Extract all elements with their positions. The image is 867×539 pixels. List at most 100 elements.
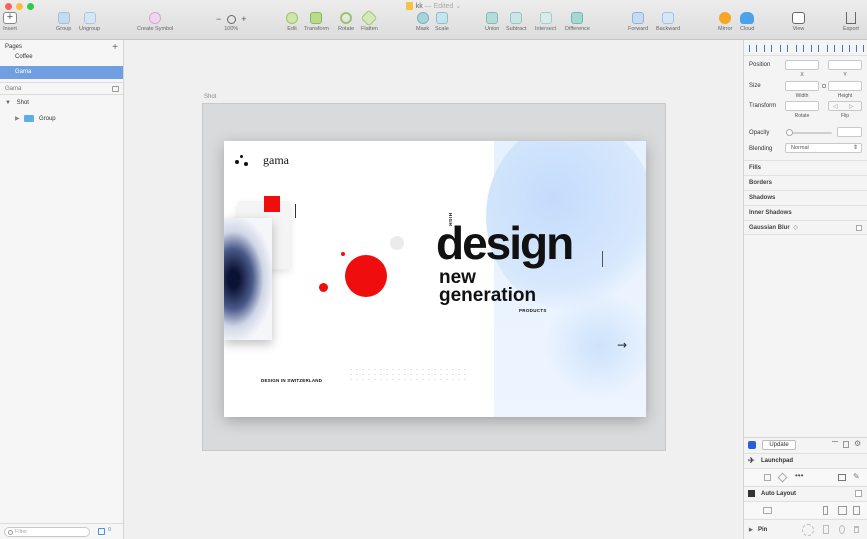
launchpad-row[interactable]: ✈ Launchpad — [744, 453, 867, 467]
sidebar-toggle-icon[interactable] — [843, 441, 849, 448]
pin-tool-icon[interactable]: ✎ — [853, 472, 860, 481]
symbols-filter-icon[interactable] — [98, 528, 105, 535]
document-name[interactable]: kk — [416, 3, 423, 10]
align-middle-icon[interactable] — [811, 45, 819, 52]
artboard-shot[interactable]: gama HIGH design new generation PRODUCTS… — [202, 103, 666, 451]
cloud-icon — [740, 12, 755, 24]
frame-tool-icon[interactable] — [764, 474, 771, 481]
gear-icon[interactable]: ⚙ — [854, 439, 861, 448]
align-bottom-icon[interactable] — [827, 45, 835, 52]
position-label: Position — [749, 62, 771, 68]
shadows-section[interactable]: Shadows — [744, 190, 867, 205]
pin-diagram-icon[interactable] — [802, 524, 814, 536]
cube-tool-icon[interactable] — [777, 472, 788, 483]
rotate-field[interactable] — [785, 101, 819, 111]
opacity-slider[interactable] — [786, 129, 832, 136]
arrow-right-icon[interactable]: → — [617, 338, 627, 352]
union-button[interactable]: Union — [485, 12, 499, 32]
align-center-icon[interactable] — [764, 45, 772, 52]
align-right-icon[interactable] — [780, 45, 788, 52]
ungroup-button[interactable]: Ungroup — [79, 12, 100, 32]
flatten-button[interactable]: Flatten — [360, 9, 378, 32]
flip-horizontal-icon[interactable]: ◁ — [833, 103, 838, 110]
difference-button[interactable]: Difference — [565, 12, 590, 32]
filter-input[interactable]: Filter — [4, 527, 90, 537]
create-symbol-button[interactable]: Create Symbol — [137, 12, 173, 32]
disclosure-open-icon[interactable]: ▼ — [5, 100, 11, 106]
align-top-icon[interactable] — [796, 45, 804, 52]
design-card[interactable]: gama HIGH design new generation PRODUCTS… — [224, 141, 646, 417]
blending-select[interactable]: Normal ⇕ — [785, 143, 862, 153]
layer-group[interactable]: ▶ Group — [0, 113, 123, 126]
transform-button[interactable]: Transform — [304, 12, 329, 32]
distribute-vertical-icon[interactable] — [856, 45, 864, 52]
disclosure-closed-icon[interactable]: ▶ — [749, 520, 753, 539]
trash-icon[interactable] — [854, 526, 859, 533]
red-square — [264, 196, 280, 212]
canvas[interactable]: Shot gama HIGH design new generation PRO… — [124, 40, 743, 539]
flatten-icon — [360, 9, 378, 27]
zoom-in-button[interactable]: + — [241, 14, 246, 24]
collapse-pages-icon[interactable] — [112, 86, 119, 92]
fills-section[interactable]: Fills — [744, 160, 867, 175]
flip-buttons[interactable]: ◁ ▷ — [828, 101, 862, 111]
gaussian-blur-section[interactable]: Gaussian Blur ◇ — [744, 220, 867, 235]
pin-horizontal-icon[interactable] — [823, 525, 829, 534]
auto-layout-row[interactable]: Auto Layout — [744, 486, 867, 500]
position-y-field[interactable] — [828, 60, 862, 70]
scale-button[interactable]: Scale — [435, 12, 449, 32]
insert-button[interactable]: + Insert — [3, 12, 17, 32]
blur-type-chevron-icon[interactable]: ◇ — [793, 225, 798, 231]
edit-button[interactable]: Edit — [286, 12, 298, 32]
pin-row[interactable]: ▶ Pin — [744, 519, 867, 539]
distribute-horizontal-icon[interactable] — [842, 45, 850, 52]
lock-icon[interactable] — [822, 84, 826, 88]
window-tool-icon[interactable] — [838, 474, 846, 481]
disclosure-closed-icon[interactable]: ▶ — [15, 116, 20, 122]
book-icon[interactable] — [763, 507, 772, 514]
align-left-icon[interactable] — [749, 45, 757, 52]
page-item-gama[interactable]: Gama — [0, 66, 123, 79]
intersect-button[interactable]: Intersect — [535, 12, 556, 32]
blur-checkbox[interactable] — [856, 225, 862, 231]
subtract-button[interactable]: Subtract — [506, 12, 526, 32]
more-options-icon[interactable]: ••• — [795, 471, 803, 480]
page-item-coffee[interactable]: Coffee — [0, 52, 123, 62]
backward-button[interactable]: Backward — [656, 12, 680, 32]
stack-vertical-icon[interactable] — [823, 506, 828, 515]
height-field[interactable] — [828, 81, 862, 91]
width-field[interactable] — [785, 81, 819, 91]
dot-grid — [348, 367, 468, 383]
view-button[interactable]: View — [792, 12, 805, 32]
stack-horizontal-icon[interactable] — [838, 506, 847, 515]
slider-knob[interactable] — [786, 129, 793, 136]
forward-button[interactable]: Forward — [628, 12, 648, 32]
layer-artboard-shot[interactable]: ▼ Shot — [0, 97, 123, 110]
export-button[interactable]: Export — [843, 12, 859, 32]
scale-icon — [435, 12, 448, 24]
chevron-down-icon[interactable]: ⌄ — [455, 3, 461, 10]
collapse-icon[interactable] — [832, 441, 838, 447]
current-page-bar[interactable]: Gama — [0, 82, 123, 95]
borders-section[interactable]: Borders — [744, 175, 867, 190]
pin-vertical-icon[interactable] — [839, 525, 845, 534]
opacity-field[interactable] — [837, 127, 862, 137]
edit-icon — [286, 12, 298, 24]
auto-layout-checkbox[interactable] — [855, 490, 862, 497]
rotate-button[interactable]: Rotate — [338, 12, 354, 32]
update-button[interactable]: Update — [762, 440, 796, 450]
mask-button[interactable]: Mask — [416, 12, 429, 32]
inspector-panel: Position X Y Size Width Height Transform… — [743, 40, 867, 539]
zoom-out-button[interactable]: − — [216, 14, 221, 24]
red-dot-small — [341, 252, 345, 256]
mirror-button[interactable]: Mirror — [718, 12, 732, 32]
stack-fill-icon[interactable] — [853, 506, 860, 515]
flip-vertical-icon[interactable]: ▷ — [849, 103, 854, 110]
backward-icon — [662, 12, 675, 24]
artboard-label[interactable]: Shot — [204, 94, 216, 100]
position-x-field[interactable] — [785, 60, 819, 70]
cloud-button[interactable]: Cloud — [740, 12, 754, 32]
group-button[interactable]: Group — [56, 12, 71, 32]
zoom-value[interactable]: 100% — [216, 26, 247, 32]
inner-shadows-section[interactable]: Inner Shadows — [744, 205, 867, 220]
